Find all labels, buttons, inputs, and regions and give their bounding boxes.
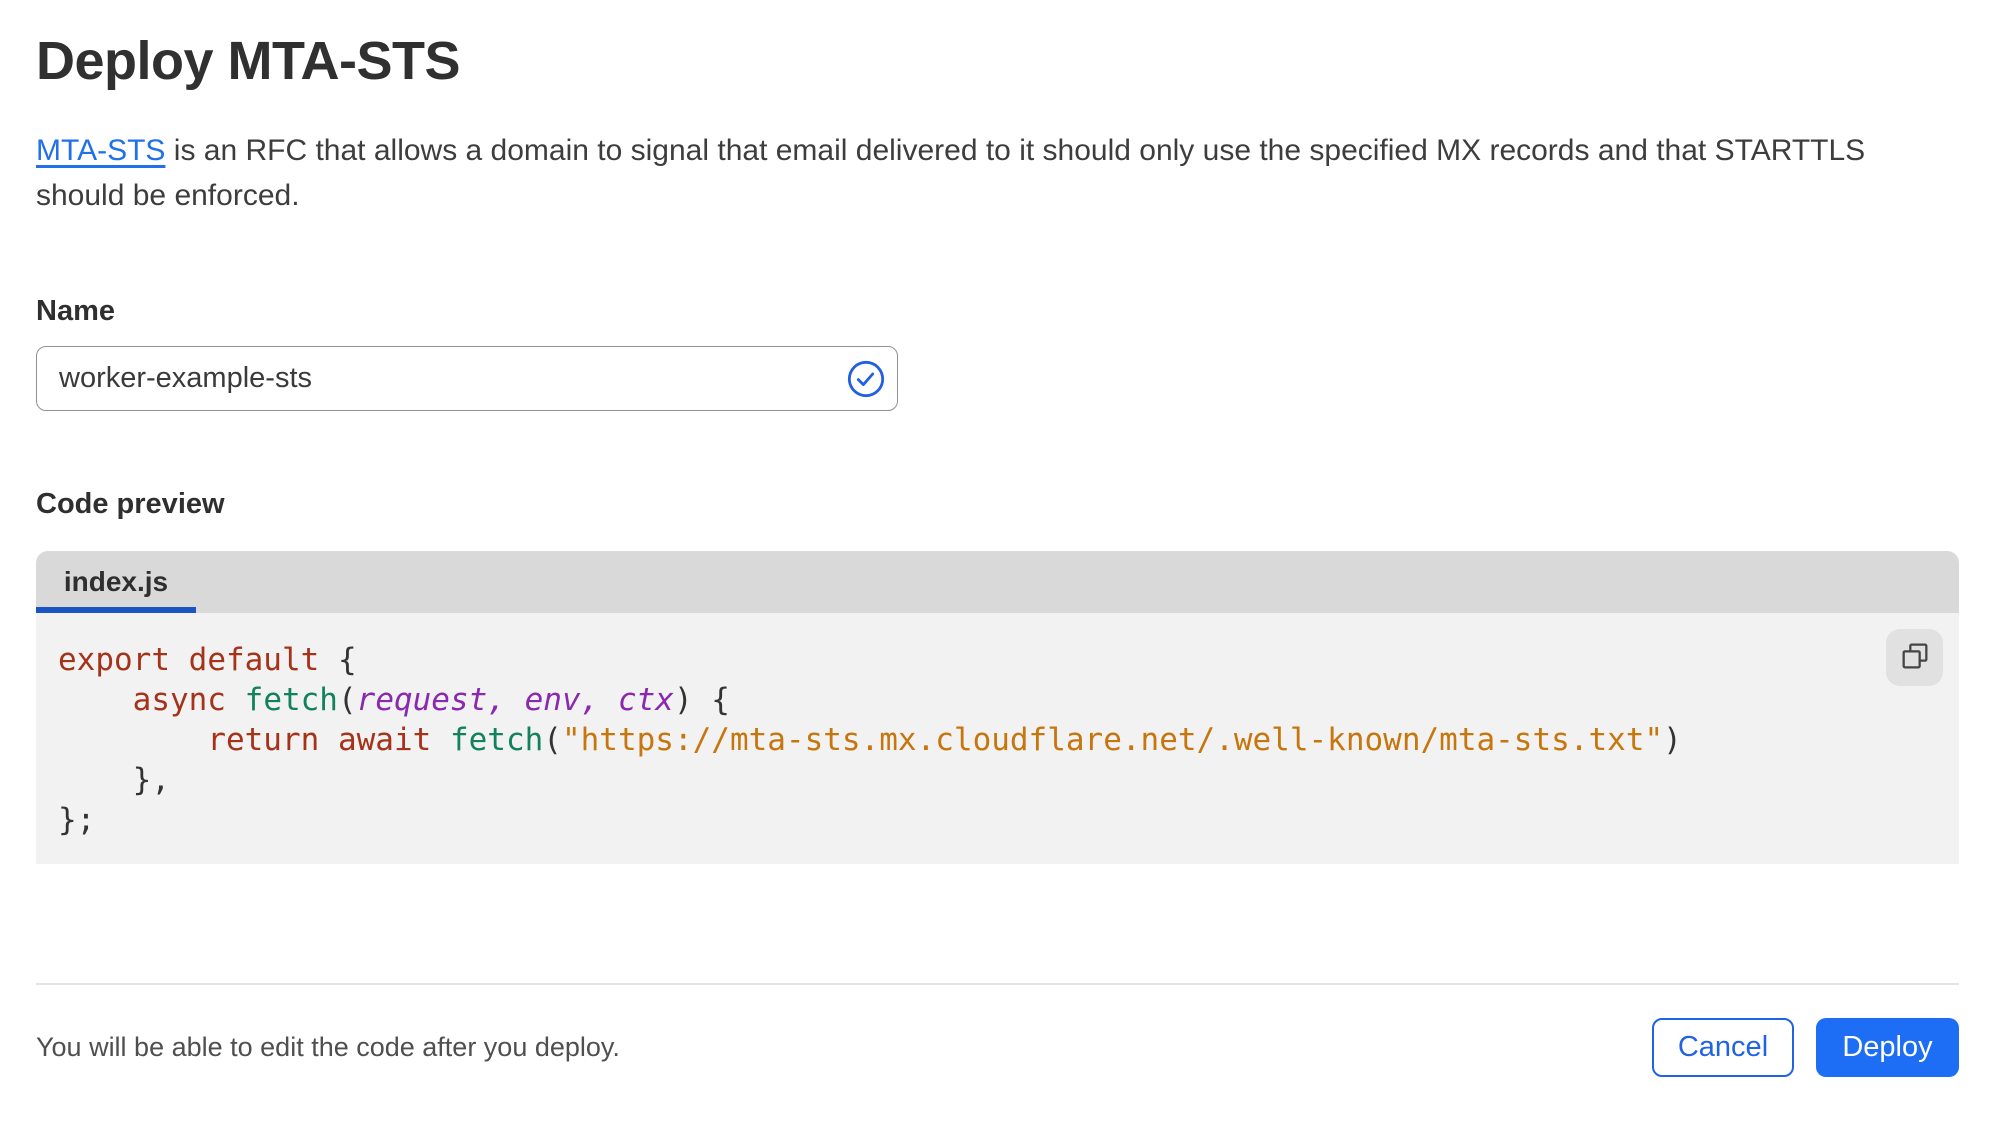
page-title: Deploy MTA-STS <box>36 31 461 91</box>
copy-icon <box>1899 640 1931 675</box>
footer-divider <box>36 983 1959 985</box>
code-preview-label: Code preview <box>36 488 225 520</box>
copy-code-button[interactable] <box>1886 629 1943 686</box>
mta-sts-link[interactable]: MTA-STS <box>36 134 165 167</box>
code-line: }, <box>58 762 170 798</box>
tab-index-js[interactable]: index.js <box>36 551 196 613</box>
code-line: return await fetch("https://mta-sts.mx.c… <box>207 722 1682 758</box>
name-input-wrap <box>36 346 898 411</box>
footer: You will be able to edit the code after … <box>36 1018 1959 1077</box>
footer-note: You will be able to edit the code after … <box>36 1032 620 1062</box>
deploy-button[interactable]: Deploy <box>1816 1018 1959 1077</box>
name-field-label: Name <box>36 295 115 327</box>
code-editor-body: export default { async fetch(request, en… <box>36 613 1959 864</box>
code-lines: export default { async fetch(request, en… <box>58 640 1869 840</box>
code-tab-bar: index.js <box>36 551 1959 613</box>
code-preview-card: index.js export default { async fetch(re… <box>36 551 1959 864</box>
footer-buttons: Cancel Deploy <box>1652 1018 1959 1077</box>
code-line: }; <box>58 802 96 838</box>
name-input[interactable] <box>36 346 898 411</box>
description-body: is an RFC that allows a domain to signal… <box>36 134 1866 212</box>
description-text: MTA-STS is an RFC that allows a domain t… <box>36 128 1941 218</box>
deploy-mta-sts-page: Deploy MTA-STS MTA-STS is an RFC that al… <box>0 0 1999 1138</box>
tab-index-js-label: index.js <box>63 566 169 597</box>
code-line: export default { <box>58 642 357 678</box>
cancel-button[interactable]: Cancel <box>1652 1018 1794 1077</box>
code-line: async fetch(request, env, ctx) { <box>132 682 730 718</box>
